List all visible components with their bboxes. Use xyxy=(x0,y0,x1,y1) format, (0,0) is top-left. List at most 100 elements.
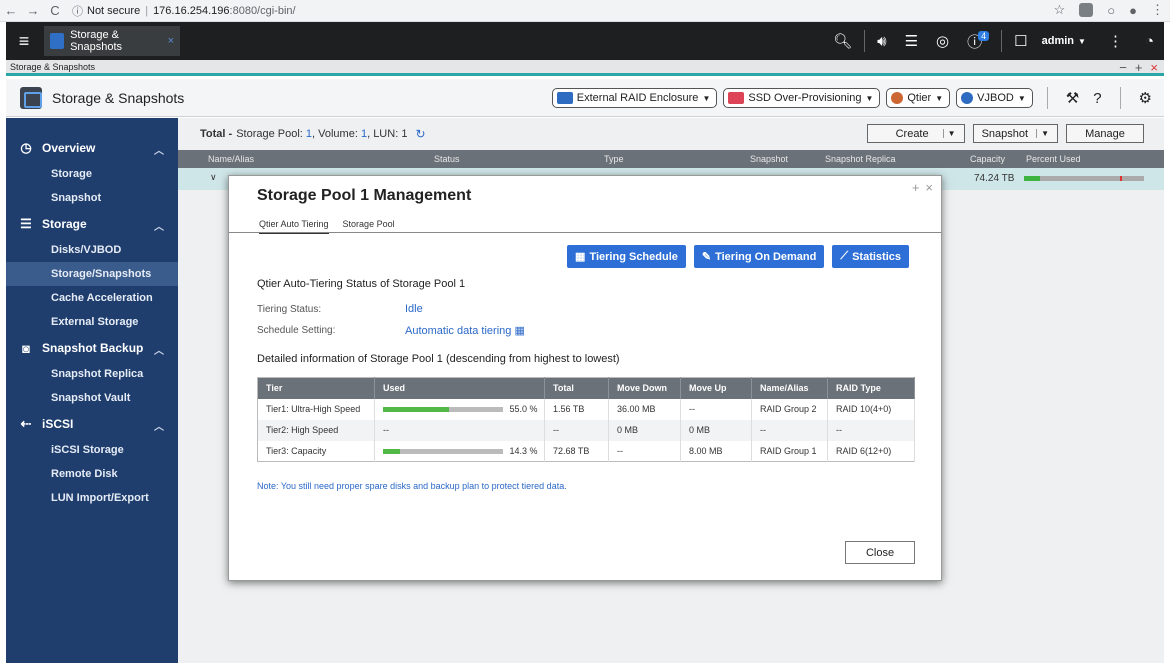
sidebar-item-lun-import-export[interactable]: LUN Import/Export xyxy=(6,486,178,510)
maximize-icon[interactable]: + xyxy=(1135,60,1143,75)
tier-table: Tier Used Total Move Down Move Up Name/A… xyxy=(257,377,915,462)
sidebar-item-remote-disk[interactable]: Remote Disk xyxy=(6,462,178,486)
close-window-icon[interactable]: × xyxy=(1150,60,1158,75)
address-bar[interactable]: ⓘ Not secure | 176.16.254.196 :8080/cgi-… xyxy=(72,2,296,20)
user-chevron-icon[interactable]: ▼ xyxy=(1078,37,1086,46)
chevron-up-icon: ︿ xyxy=(154,346,164,357)
row-percent-fill xyxy=(1024,176,1040,181)
window-controls: − + × xyxy=(1119,60,1158,75)
speaker-icon[interactable]: 🔊︎ xyxy=(877,33,886,50)
cell-used: 55.0 % xyxy=(374,398,545,420)
background-tasks-icon[interactable]: ☰ xyxy=(905,32,918,50)
security-label: Not secure xyxy=(87,4,141,17)
expand-chevron-icon[interactable]: ∨ xyxy=(210,172,217,183)
tab-divider xyxy=(229,232,941,233)
vjbod-button[interactable]: VJBOD ▼ xyxy=(956,88,1033,108)
row-capacity: 74.24 TB xyxy=(974,173,1015,184)
qtier-button[interactable]: Qtier ▼ xyxy=(886,88,951,108)
app-tab-storage[interactable]: Storage & Snapshots × xyxy=(44,26,180,56)
sidebar-item-snapshot[interactable]: Snapshot xyxy=(6,186,178,210)
profile-icon[interactable]: ● xyxy=(1129,3,1137,18)
tools-icon[interactable]: ⚒ xyxy=(1062,89,1083,107)
chevron-down-icon: ▼ xyxy=(1036,129,1049,138)
minimize-icon[interactable]: − xyxy=(1119,60,1127,75)
spare-disk-note: Note: You still need proper spare disks … xyxy=(257,481,567,491)
create-button[interactable]: Create ▼ xyxy=(866,124,965,143)
sidebar-item-snapshot-vault[interactable]: Snapshot Vault xyxy=(6,386,178,410)
close-button[interactable]: Close xyxy=(845,541,915,564)
sidebar-item-disks-vjbod[interactable]: Disks/VJBOD xyxy=(6,238,178,262)
edit-icon: ✎ xyxy=(701,251,712,263)
cell-move-down: 36.00 MB xyxy=(608,398,681,420)
info-icon[interactable]: ⓘ xyxy=(72,3,83,19)
sidebar-item-storage-snapshots[interactable]: Storage/Snapshots xyxy=(6,262,178,286)
sidebar-section-storage[interactable]: ☰ Storage ︿ xyxy=(6,210,178,238)
sidebar-section-snapshot-backup[interactable]: ◙ Snapshot Backup ︿ xyxy=(6,334,178,362)
sidebar-section-overview[interactable]: ◷ Overview ︿ xyxy=(6,134,178,162)
schedule-setting-link[interactable]: Automatic data tiering ▦ xyxy=(405,324,525,337)
th-move-up: Move Up xyxy=(680,377,752,399)
settings-gear-icon[interactable]: ⚙ xyxy=(1135,89,1156,107)
close-icon[interactable]: × xyxy=(925,180,933,195)
tiering-on-demand-button[interactable]: ✎ Tiering On Demand xyxy=(693,245,825,268)
extension-icon[interactable] xyxy=(1079,3,1094,17)
external-raid-button[interactable]: External RAID Enclosure ▼ xyxy=(551,88,718,108)
notification-count: 4 xyxy=(978,31,990,41)
sidebar-item-cache-acceleration[interactable]: Cache Acceleration xyxy=(6,286,178,310)
sidebar-item-iscsi-storage[interactable]: iSCSI Storage xyxy=(6,438,178,462)
schedule-setting-value: Automatic data tiering xyxy=(405,325,512,337)
cell-name-link[interactable]: RAID Group 2 xyxy=(751,398,828,420)
col-status: Status xyxy=(434,154,460,164)
cell-move-up: 8.00 MB xyxy=(680,440,752,462)
reload-icon[interactable]: C xyxy=(44,3,66,18)
extension-circle-icon[interactable]: ○ xyxy=(1107,3,1115,18)
main-actions: Create ▼ Snapshot ▼ Manage xyxy=(866,124,1144,143)
dashboard-icon[interactable]: ◔ xyxy=(1145,33,1154,50)
snapshot-label: Snapshot xyxy=(981,127,1029,140)
browser-menu-icon[interactable]: ⋮ xyxy=(1151,2,1164,18)
user-menu[interactable]: admin xyxy=(1042,35,1074,47)
cell-name-link[interactable]: RAID Group 1 xyxy=(751,440,828,462)
maximize-icon[interactable]: + xyxy=(912,180,920,195)
taskbar-divider xyxy=(864,30,866,52)
user-icon[interactable]: ☐ xyxy=(1014,32,1027,50)
cell-tier: Tier3: Capacity xyxy=(257,440,375,462)
chevron-down-icon: ▼ xyxy=(702,93,711,103)
statistics-button[interactable]: ⟋ Statistics xyxy=(832,245,909,268)
main-menu-icon[interactable]: ≡ xyxy=(10,31,38,52)
close-tab-icon[interactable]: × xyxy=(168,35,174,47)
window-title-strip: Storage & Snapshots − + × xyxy=(6,60,1164,76)
used-bar xyxy=(383,407,503,413)
chevron-up-icon: ︿ xyxy=(154,222,164,233)
used-bar-fill xyxy=(383,448,401,454)
bookmark-star-icon[interactable]: ☆ xyxy=(1054,2,1066,18)
search-icon[interactable]: 🔍︎ xyxy=(833,32,852,50)
address-divider: | xyxy=(145,4,149,17)
totals-bar: Total - Storage Pool: 1 , Volume: 1 , LU… xyxy=(178,118,1164,150)
help-icon[interactable]: ? xyxy=(1089,90,1105,107)
cell-total: -- xyxy=(544,419,609,441)
sidebar-section-iscsi[interactable]: ⇠ iSCSI ︿ xyxy=(6,410,178,438)
storage-logo-icon xyxy=(20,86,42,109)
col-percent: Percent Used xyxy=(1026,154,1081,164)
sidebar-section-label: iSCSI xyxy=(42,417,74,431)
snapshot-button[interactable]: Snapshot ▼ xyxy=(972,124,1058,143)
tiering-status-value: Idle xyxy=(405,303,423,315)
forward-icon[interactable]: → xyxy=(22,3,44,18)
detail-heading: Detailed information of Storage Pool 1 (… xyxy=(257,353,620,365)
iscsi-icon: ⇠ xyxy=(20,416,32,431)
cell-total: 1.56 TB xyxy=(544,398,609,420)
refresh-icon[interactable]: ↻ xyxy=(415,127,425,141)
cell-used: 14.3 % xyxy=(374,440,545,462)
cell-move-up: -- xyxy=(680,398,752,420)
more-options-icon[interactable]: ⋮ xyxy=(1108,32,1123,50)
sidebar-item-external-storage[interactable]: External Storage xyxy=(6,310,178,334)
back-icon[interactable]: ← xyxy=(0,3,22,18)
external-device-icon[interactable]: ◎ xyxy=(936,32,949,50)
sidebar-item-storage[interactable]: Storage xyxy=(6,162,178,186)
sidebar-section-label: Storage xyxy=(42,217,87,231)
sidebar-item-snapshot-replica[interactable]: Snapshot Replica xyxy=(6,362,178,386)
manage-button[interactable]: Manage xyxy=(1066,124,1144,143)
tiering-schedule-button[interactable]: ▦ Tiering Schedule xyxy=(567,245,686,268)
ssd-overprovisioning-button[interactable]: SSD Over-Provisioning ▼ xyxy=(723,88,881,108)
